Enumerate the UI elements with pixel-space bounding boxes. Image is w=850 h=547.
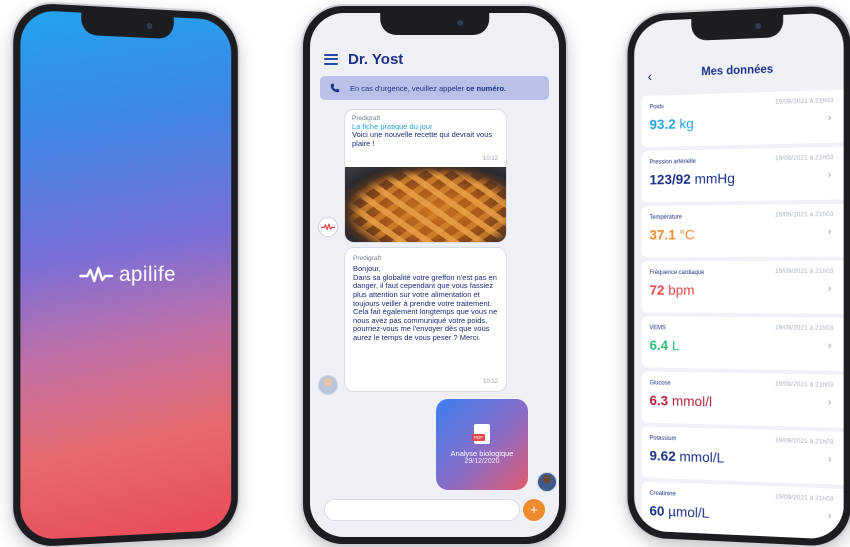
card-label: Température: [649, 214, 682, 221]
card-value-number: 6.4: [649, 337, 669, 354]
phone-data: ‹ Mes données Poids 19/09/2021 à 21h03 93.…: [627, 4, 850, 547]
chat-title: Dr. Yost: [348, 50, 404, 68]
emergency-text: En cas d'urgence, veuillez appeler ce nu…: [350, 83, 507, 93]
pdf-icon: [472, 424, 490, 444]
card-date: 19/09/2021 à 21h03: [774, 153, 834, 163]
data-card[interactable]: Creatinine 19/09/2021 à 21h03 60 µmol/L ›: [641, 481, 844, 540]
chat-header: Dr. Yost: [324, 47, 545, 71]
phone-splash: apilife: [13, 1, 238, 547]
card-value-number: 93.2: [649, 115, 676, 133]
card-date: 19/09/2021 à 21h03: [774, 437, 834, 446]
data-screen: ‹ Mes données Poids 19/09/2021 à 21h03 93.…: [634, 12, 844, 540]
message-bubble[interactable]: Predigraft Bonjour, Dans sa globalité vo…: [344, 247, 507, 392]
card-date: 19/09/2021 à 21h03: [774, 380, 834, 389]
chevron-right-icon[interactable]: ›: [828, 283, 831, 294]
data-card[interactable]: Poids 19/09/2021 à 21h03 93.2 kg ›: [641, 89, 844, 148]
data-card[interactable]: Température 19/09/2021 à 21h03 37.1 °C ›: [641, 203, 844, 258]
card-unit: µmol/L: [668, 503, 710, 521]
chevron-right-icon[interactable]: ›: [828, 454, 831, 465]
data-card[interactable]: Glucose 19/09/2021 à 21h03 6.3 mmol/l ›: [641, 371, 844, 428]
chevron-right-icon[interactable]: ›: [828, 397, 831, 408]
emergency-banner[interactable]: En cas d'urgence, veuillez appeler ce nu…: [320, 76, 549, 100]
menu-icon[interactable]: [324, 53, 338, 65]
data-list: Poids 19/09/2021 à 21h03 93.2 kg › Pression …: [641, 89, 844, 540]
doctor-avatar: [318, 375, 338, 395]
message-text: Bonjour, Dans sa globalité votre greffon…: [353, 264, 498, 342]
card-unit: °C: [679, 226, 695, 243]
card-value: 60 µmol/L: [649, 502, 709, 520]
card-label: Fréquence cardiaque: [649, 270, 705, 276]
card-unit: L: [671, 337, 680, 354]
user-avatar: [537, 472, 557, 492]
heartbeat-icon: [321, 223, 335, 231]
chat-screen: Dr. Yost En cas d'urgence, veuillez appe…: [310, 13, 559, 537]
message-sender: Predigraft: [353, 255, 382, 262]
card-date: 19/09/2021 à 21h03: [774, 324, 834, 332]
card-value: 72 bpm: [649, 282, 694, 298]
message-input[interactable]: [324, 499, 520, 521]
data-card[interactable]: Pression artérielle 19/09/2021 à 21h03 123…: [641, 146, 844, 203]
notch: [81, 12, 174, 40]
card-value-number: 9.62: [649, 447, 676, 464]
card-value: 37.1 °C: [649, 226, 694, 242]
message-time: 10:12: [482, 156, 498, 162]
card-value-number: 72: [649, 281, 665, 298]
data-card[interactable]: Potassium 19/09/2021 à 21h03 9.62 mmol/L ›: [641, 426, 844, 485]
message-time: 10:12: [482, 379, 498, 385]
send-button[interactable]: +: [523, 499, 545, 521]
splash-screen: apilife: [20, 9, 232, 541]
message-text: Voici une nouvelle recette qui devrait v…: [352, 130, 493, 148]
card-label: Glucose: [649, 380, 671, 387]
chevron-right-icon[interactable]: ›: [828, 511, 831, 522]
notch: [691, 14, 784, 41]
brand-name: apilife: [118, 262, 176, 287]
chevron-right-icon[interactable]: ›: [828, 169, 831, 180]
pdf-attachment[interactable]: Analyse biologique 29/12/2020: [436, 399, 528, 490]
card-label: Poids: [649, 104, 664, 111]
phone-chat: Dr. Yost En cas d'urgence, veuillez appe…: [303, 6, 566, 544]
card-date: 19/09/2021 à 21h03: [774, 97, 834, 106]
card-unit: kg: [679, 115, 694, 132]
chevron-right-icon[interactable]: ›: [828, 226, 831, 237]
card-label: Potassium: [649, 435, 677, 443]
card-unit: mmol/l: [671, 392, 713, 410]
apilife-logo: apilife: [79, 263, 176, 287]
card-value: 9.62 mmol/L: [649, 447, 724, 465]
chevron-right-icon[interactable]: ›: [828, 112, 831, 123]
message-sender: Predigraft: [352, 115, 381, 122]
card-value: 123/92 mmHg: [649, 170, 735, 187]
card-unit: mmHg: [694, 170, 735, 187]
card-value-number: 37.1: [649, 226, 676, 243]
recipe-image: [345, 167, 506, 242]
card-unit: bpm: [668, 281, 695, 298]
data-card[interactable]: VEMS 19/09/2021 à 21h03 6.4 L ›: [641, 316, 844, 371]
card-date: 19/09/2021 à 21h03: [774, 267, 834, 275]
chevron-right-icon[interactable]: ›: [828, 340, 831, 351]
card-value-number: 6.3: [649, 392, 669, 409]
card-value: 93.2 kg: [649, 115, 693, 132]
card-date: 19/09/2021 à 21h03: [774, 493, 834, 503]
message-bubble[interactable]: Predigraft La fiche pratique du jour Voi…: [344, 109, 507, 243]
card-value-number: 60: [649, 502, 665, 519]
card-label: Creatinine: [649, 490, 676, 498]
data-header: ‹ Mes données: [634, 55, 843, 90]
card-value-number: 123/92: [649, 170, 691, 188]
attachment-date: 29/12/2020: [464, 458, 500, 465]
page-title: Mes données: [701, 63, 774, 79]
card-value: 6.4 L: [649, 337, 679, 353]
attachment-name: Analyse biologique: [450, 449, 514, 458]
card-label: Pression artérielle: [649, 158, 696, 166]
app-avatar: [318, 217, 338, 237]
notch: [379, 13, 490, 35]
data-card[interactable]: Fréquence cardiaque 19/09/2021 à 21h03 72 …: [641, 260, 844, 314]
heartbeat-icon: [79, 266, 113, 284]
phone-icon: [330, 83, 340, 93]
card-label: VEMS: [649, 325, 666, 332]
card-unit: mmol/L: [679, 448, 725, 466]
card-date: 19/09/2021 à 21h03: [774, 210, 834, 219]
card-value: 6.3 mmol/l: [649, 392, 712, 409]
emergency-number-link[interactable]: ce numéro.: [466, 84, 506, 93]
